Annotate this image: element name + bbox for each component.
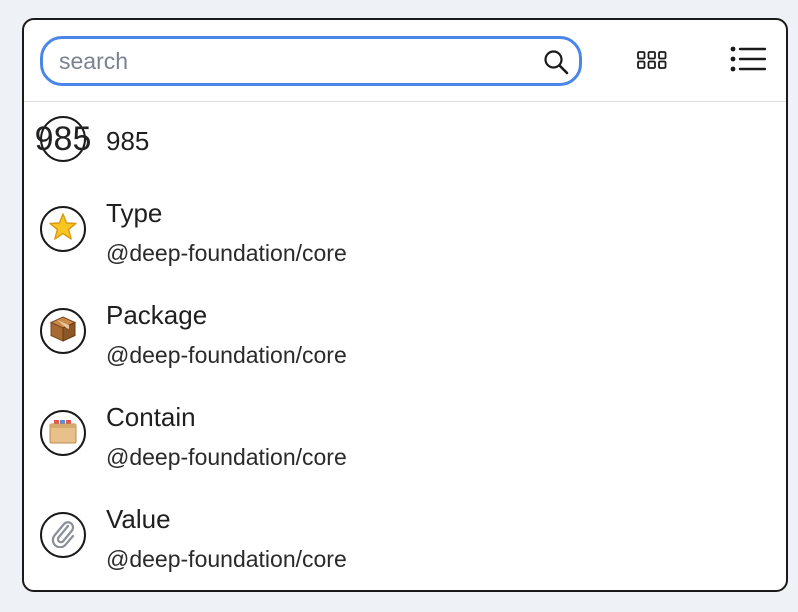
item-title: Package [106, 300, 208, 330]
paperclip-icon [48, 518, 78, 553]
avatar [40, 512, 86, 558]
avatar-number: 985 [34, 120, 92, 158]
list-view-icon [730, 45, 767, 78]
toolbar [24, 20, 786, 102]
item-title: 985 [106, 126, 150, 156]
item-subtitle: @deep-foundation/core [106, 240, 347, 266]
grid-view-button[interactable] [632, 44, 672, 80]
avatar [40, 206, 86, 252]
list-item[interactable]: Type @deep-foundation/core [24, 194, 786, 290]
search-icon[interactable] [543, 49, 569, 75]
item-subtitle: @deep-foundation/core [106, 444, 347, 470]
item-subtitle: @deep-foundation/core [106, 342, 347, 368]
avatar: 985 [35, 116, 91, 162]
item-title: Type [106, 198, 163, 228]
star-icon [48, 212, 78, 247]
search-input[interactable] [59, 45, 519, 77]
search-box[interactable] [40, 36, 582, 86]
list-item[interactable]: Value @deep-foundation/core [24, 500, 786, 590]
item-subtitle: @deep-foundation/core [106, 546, 347, 572]
avatar [40, 410, 86, 456]
grid-view-icon [637, 50, 667, 75]
list-item[interactable]: 985 985 [24, 102, 786, 198]
list-view-button[interactable] [728, 42, 768, 80]
item-title: Value [106, 504, 171, 534]
list-item[interactable]: Package @deep-foundation/core [24, 296, 786, 392]
package-box-icon [48, 314, 78, 349]
link-search-panel: 985 985 Type @deep-foundation/core [22, 18, 788, 592]
item-title: Contain [106, 402, 196, 432]
file-box-icon [47, 416, 79, 451]
list-item[interactable]: Contain @deep-foundation/core [24, 398, 786, 494]
avatar [40, 308, 86, 354]
